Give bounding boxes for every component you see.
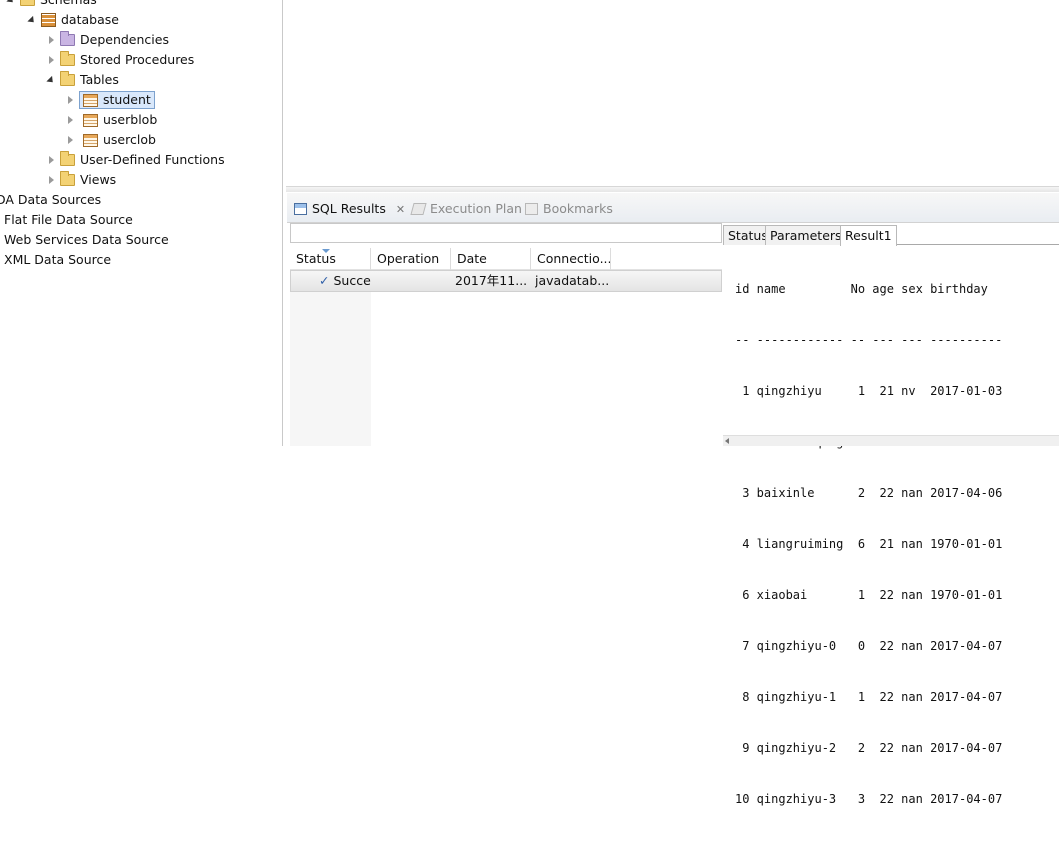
- status-text: Succe: [333, 273, 371, 288]
- tree-item-label: Dependencies: [80, 32, 169, 47]
- sql-status-history: Status Operation Date Connectio... ✓ Succ…: [290, 223, 722, 446]
- tree-item-flat-file-data-source[interactable]: Flat File Data Source: [4, 210, 133, 230]
- tree-item-data-sources[interactable]: DA Data Sources: [0, 190, 101, 210]
- tree-item-label: Web Services Data Source: [4, 232, 169, 247]
- tree-item-label: userclob: [103, 132, 156, 147]
- tree-item-label: Flat File Data Source: [4, 212, 133, 227]
- check-icon: ✓: [319, 273, 330, 288]
- tree-item-table-userclob[interactable]: userclob: [65, 130, 156, 150]
- tree-item-stored-procedures[interactable]: Stored Procedures: [46, 50, 194, 70]
- result-row: 7 qingzhiyu-0 0 22 nan 2017-04-07: [735, 639, 1003, 653]
- result-row: 4 liangruiming 6 21 nan 1970-01-01: [735, 537, 1003, 551]
- view-tab-bar: SQL Results ✕ Execution Plan Bookmarks: [287, 193, 1059, 223]
- connection-cell: javadatab...: [535, 273, 609, 288]
- tree-item-table-student[interactable]: student: [65, 90, 155, 110]
- tree-item-label: XML Data Source: [4, 252, 112, 267]
- tree-item-label: DA Data Sources: [0, 192, 102, 207]
- result-header-line: id name No age sex birthday: [735, 282, 988, 296]
- status-cell: ✓ Succe: [319, 271, 371, 291]
- result-viewer: Status Parameters Result1 id name No age…: [723, 223, 1059, 806]
- tab-label: Execution Plan: [430, 201, 522, 216]
- status-table-header: Status Operation Date Connectio...: [290, 248, 722, 270]
- tree-item-label: Schemas: [40, 0, 97, 10]
- expand-toggle-icon[interactable]: [46, 50, 56, 70]
- bookmarks-icon: [525, 203, 538, 215]
- tree-item-label: student: [103, 92, 151, 107]
- results-panel: SQL Results ✕ Execution Plan Bookmarks S…: [287, 193, 1059, 806]
- table-icon: [83, 113, 98, 127]
- result-row: 10 qingzhiyu-3 3 22 nan 2017-04-07: [735, 792, 1003, 806]
- folder-icon: [60, 71, 75, 86]
- column-header-date[interactable]: Date: [451, 248, 531, 270]
- close-icon[interactable]: ✕: [396, 199, 405, 221]
- expand-toggle-icon[interactable]: [46, 170, 56, 190]
- tree-item-label: Stored Procedures: [80, 52, 195, 67]
- expand-toggle-icon[interactable]: [46, 150, 56, 170]
- table-row[interactable]: ✓ Succe 2017年11... javadatab...: [290, 270, 722, 292]
- expand-toggle-icon[interactable]: [65, 90, 75, 110]
- expand-toggle-icon[interactable]: [65, 110, 75, 130]
- tree-item-label: Views: [80, 172, 117, 187]
- tree-item-schemas[interactable]: Schemas: [6, 0, 97, 10]
- tab-parameters[interactable]: Parameters: [765, 225, 847, 245]
- result-row: 3 baixinle 2 22 nan 2017-04-06: [735, 486, 1003, 500]
- result-separator-line: -- ------------ -- --- --- ----------: [735, 333, 1003, 347]
- date-cell: 2017年11...: [455, 273, 528, 288]
- folder-icon: [60, 51, 75, 66]
- tree-item-web-services-data-source[interactable]: Web Services Data Source: [4, 230, 169, 250]
- expand-toggle-icon[interactable]: [65, 130, 75, 150]
- tab-label: Bookmarks: [543, 201, 613, 216]
- tree-item-selected[interactable]: student: [79, 91, 155, 109]
- sql-editor-area[interactable]: [284, 0, 1059, 191]
- result-row: 6 xiaobai 1 22 nan 1970-01-01: [735, 588, 1003, 602]
- tree-item-database[interactable]: database: [27, 10, 119, 30]
- result-row: 1 qingzhiyu 1 21 nv 2017-01-03: [735, 384, 1003, 398]
- result-row: 9 qingzhiyu-2 2 22 nan 2017-04-07: [735, 741, 1003, 755]
- column-header-status[interactable]: Status: [290, 248, 371, 270]
- tab-execution-plan[interactable]: Execution Plan: [408, 198, 522, 220]
- expand-toggle-icon[interactable]: [6, 0, 16, 10]
- status-column-background: [290, 270, 371, 446]
- folder-icon: [60, 31, 75, 46]
- folder-icon: [60, 171, 75, 186]
- tree-item-label: Tables: [80, 72, 119, 87]
- result-tab-bar: Status Parameters Result1: [723, 223, 1059, 246]
- tree-item-views[interactable]: Views: [46, 170, 116, 190]
- table-icon: [83, 133, 98, 147]
- expand-toggle-icon[interactable]: [46, 30, 56, 50]
- expand-toggle-icon[interactable]: [27, 10, 37, 30]
- tree-item-label: User-Defined Functions: [80, 152, 225, 167]
- tab-label: SQL Results: [312, 201, 386, 216]
- folder-icon: [60, 151, 75, 166]
- tree-item-user-defined-functions[interactable]: User-Defined Functions: [46, 150, 225, 170]
- database-icon: [41, 13, 56, 27]
- tree-item-table-userblob[interactable]: userblob: [65, 110, 157, 130]
- result-text-output: id name No age sex birthday -- ---------…: [735, 247, 1002, 842]
- horizontal-scrollbar[interactable]: [723, 435, 1059, 446]
- column-header-connection[interactable]: Connectio...: [531, 248, 611, 270]
- column-header-operation[interactable]: Operation: [371, 248, 451, 270]
- operation-cell: [375, 271, 449, 291]
- result-row: 8 qingzhiyu-1 1 22 nan 2017-04-07: [735, 690, 1003, 704]
- sql-results-icon: [294, 203, 307, 215]
- execution-plan-icon: [410, 203, 427, 215]
- panel-splitter[interactable]: [286, 186, 1059, 192]
- filter-input[interactable]: [290, 223, 722, 243]
- tab-result1[interactable]: Result1: [840, 225, 897, 246]
- tree-item-label: userblob: [103, 112, 158, 127]
- folder-icon: [20, 0, 35, 6]
- tree-item-tables[interactable]: Tables: [46, 70, 119, 90]
- tree-item-label: database: [61, 12, 119, 27]
- tree-item-dependencies[interactable]: Dependencies: [46, 30, 169, 50]
- table-icon: [83, 93, 98, 107]
- data-source-navigator: Schemas database Dependencies Stored Pro…: [0, 0, 283, 446]
- tree-item-xml-data-source[interactable]: XML Data Source: [4, 250, 111, 270]
- tab-bookmarks[interactable]: Bookmarks: [521, 198, 613, 220]
- expand-toggle-icon[interactable]: [46, 70, 56, 90]
- tab-sql-results[interactable]: SQL Results ✕: [290, 198, 405, 220]
